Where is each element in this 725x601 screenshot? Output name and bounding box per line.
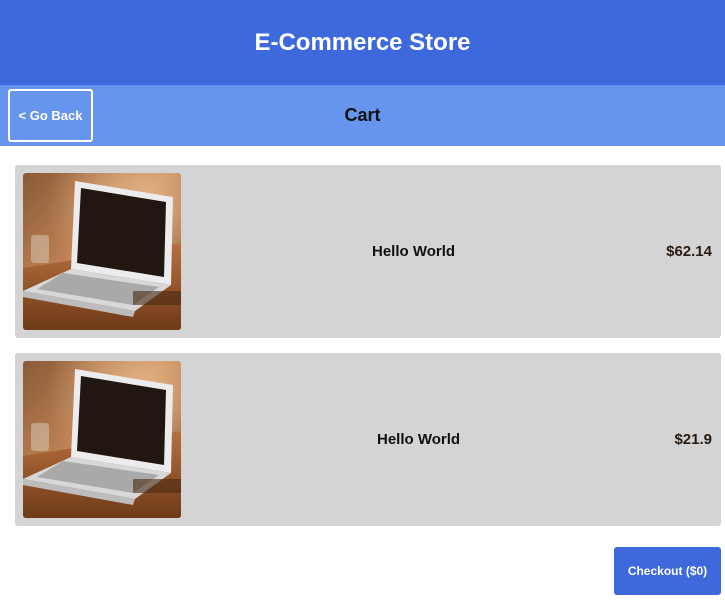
go-back-button[interactable]: < Go Back [8, 89, 93, 142]
product-name: Hello World [377, 431, 461, 448]
cart-item: Hello World $21.9 [15, 353, 721, 526]
page-title: Cart [344, 105, 381, 125]
app-header: E-Commerce Store [0, 0, 725, 85]
product-price: $62.14 [666, 243, 712, 260]
cart-nav-bar: Cart < Go Back [0, 85, 725, 146]
laptop-photo-image [23, 361, 181, 518]
product-name: Hello World [372, 243, 456, 260]
product-image [23, 361, 181, 518]
laptop-photo-image [23, 173, 181, 330]
product-price: $21.9 [674, 431, 712, 448]
cart-item: Hello World $62.14 [15, 165, 721, 338]
product-image [23, 173, 181, 330]
checkout-button[interactable]: Checkout ($0) [614, 547, 721, 595]
app-title: E-Commerce Store [254, 28, 471, 56]
app-root: E-Commerce Store Cart < Go Back Hello Wo… [0, 0, 725, 601]
